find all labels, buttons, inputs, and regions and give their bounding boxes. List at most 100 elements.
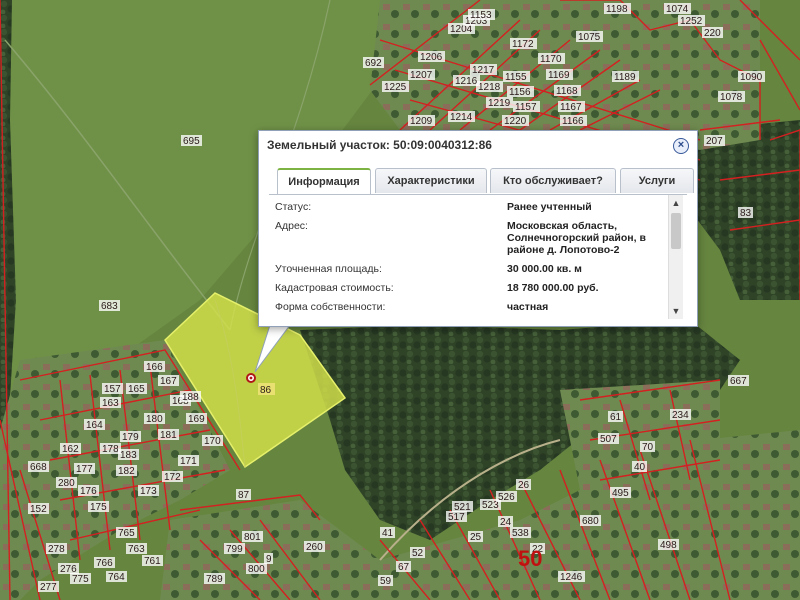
parcel-label: 1078 bbox=[720, 92, 743, 103]
parcel-label: 234 bbox=[672, 410, 689, 421]
parcel-label: 152 bbox=[30, 504, 47, 515]
cadastral-cost-value: 18 780 000.00 руб. bbox=[507, 282, 599, 294]
parcel-label: 87 bbox=[238, 490, 250, 501]
parcel-label: 52 bbox=[412, 548, 424, 559]
parcel-label: 801 bbox=[244, 532, 261, 543]
parcel-label: 1216 bbox=[455, 76, 478, 87]
parcel-label: 683 bbox=[101, 301, 118, 312]
popup-content[interactable]: Статус: Ранее учтенный Адрес: Московская… bbox=[269, 195, 683, 319]
area-value: 30 000.00 кв. м bbox=[507, 263, 582, 275]
parcel-label: 1207 bbox=[410, 70, 433, 81]
parcel-label: 177 bbox=[76, 464, 93, 475]
parcel-label: 182 bbox=[118, 466, 135, 477]
parcel-label: 170 bbox=[204, 436, 221, 447]
status-value: Ранее учтенный bbox=[507, 201, 592, 213]
parcel-label: 498 bbox=[660, 540, 677, 551]
parcel-label: 495 bbox=[612, 488, 629, 499]
parcel-label: 667 bbox=[730, 376, 747, 387]
parcel-label: 695 bbox=[183, 136, 200, 147]
area-label: Уточненная площадь: bbox=[275, 263, 382, 275]
ownership-label: Форма собственности: bbox=[275, 301, 386, 313]
parcel-label: 1090 bbox=[740, 72, 763, 83]
popup-title: Земельный участок: 50:09:0040312:86 bbox=[267, 138, 492, 152]
tab-information[interactable]: Информация bbox=[277, 168, 371, 195]
scroll-up-icon[interactable]: ▲ bbox=[669, 198, 683, 208]
parcel-label: 25 bbox=[470, 532, 482, 543]
parcel-label: 1217 bbox=[472, 65, 495, 76]
tab-characteristics[interactable]: Характеристики bbox=[375, 168, 487, 193]
parcel-label: 207 bbox=[706, 136, 723, 147]
parcel-label: 157 bbox=[104, 384, 121, 395]
scroll-down-icon[interactable]: ▼ bbox=[669, 306, 683, 316]
parcel-label: 180 bbox=[146, 414, 163, 425]
parcel-label: 167 bbox=[160, 376, 177, 387]
parcel-label: 692 bbox=[365, 58, 382, 69]
parcel-label: 775 bbox=[72, 574, 89, 585]
parcel-label: 763 bbox=[128, 544, 145, 555]
parcel-label: 188 bbox=[182, 392, 199, 403]
address-label: Адрес: bbox=[275, 220, 308, 232]
parcel-label: 165 bbox=[128, 384, 145, 395]
parcel-label: 1075 bbox=[578, 32, 601, 43]
parcel-label: 1168 bbox=[556, 86, 578, 97]
parcel-label: 171 bbox=[180, 456, 197, 467]
parcel-label: 164 bbox=[86, 420, 103, 431]
ownership-value: частная bbox=[507, 301, 549, 313]
tab-who-serves[interactable]: Кто обслуживает? bbox=[490, 168, 616, 193]
parcel-info-popup[interactable]: Земельный участок: 50:09:0040312:86 × Ин… bbox=[258, 130, 698, 327]
parcel-label: 538 bbox=[512, 528, 529, 539]
parcel-label: 1218 bbox=[478, 82, 501, 93]
parcel-label: 789 bbox=[206, 574, 223, 585]
parcel-label: 1219 bbox=[488, 98, 511, 109]
tab-services[interactable]: Услуги bbox=[620, 168, 694, 193]
parcel-label: 41 bbox=[382, 528, 394, 539]
parcel-label: 799 bbox=[226, 544, 243, 555]
parcel-label: 517 bbox=[448, 512, 465, 523]
parcel-label: 178 bbox=[102, 444, 119, 455]
parcel-label: 1189 bbox=[614, 72, 636, 83]
parcel-label: 1166 bbox=[562, 116, 584, 127]
parcel-label: 1172 bbox=[512, 39, 534, 50]
parcel-label: 668 bbox=[30, 462, 47, 473]
parcel-label: 1157 bbox=[515, 102, 537, 113]
district-number-label: 50 bbox=[518, 546, 542, 571]
parcel-label: 800 bbox=[248, 564, 265, 575]
parcel-label: 766 bbox=[96, 558, 113, 569]
parcel-label: 764 bbox=[108, 572, 125, 583]
parcel-label: 24 bbox=[500, 517, 512, 528]
scroll-thumb[interactable] bbox=[671, 213, 681, 249]
parcel-label: 61 bbox=[610, 412, 622, 423]
parcel-label: 163 bbox=[102, 398, 119, 409]
address-value: Московская область, Солнечногорский райо… bbox=[507, 220, 646, 256]
parcel-label: 1156 bbox=[509, 87, 531, 98]
parcel-label: 765 bbox=[118, 528, 135, 539]
parcel-label: 1214 bbox=[450, 112, 473, 123]
parcel-label: 175 bbox=[90, 502, 107, 513]
selected-parcel-label: 86 bbox=[260, 385, 272, 396]
parcel-label: 172 bbox=[164, 472, 181, 483]
parcel-label: 220 bbox=[704, 28, 721, 39]
parcel-label: 162 bbox=[62, 444, 79, 455]
parcel-label: 1252 bbox=[680, 16, 703, 27]
parcel-label: 680 bbox=[582, 516, 599, 527]
parcel-label: 1220 bbox=[504, 116, 527, 127]
parcel-label: 166 bbox=[146, 362, 163, 373]
parcel-label: 526 bbox=[498, 492, 515, 503]
parcel-label: 277 bbox=[40, 582, 57, 593]
parcel-label: 260 bbox=[306, 542, 323, 553]
parcel-label: 1246 bbox=[560, 572, 583, 583]
parcel-label: 179 bbox=[122, 432, 139, 443]
popup-scrollbar[interactable]: ▲ ▼ bbox=[668, 195, 683, 319]
parcel-label: 26 bbox=[518, 480, 530, 491]
parcel-label: 59 bbox=[380, 576, 392, 587]
parcel-label: 507 bbox=[600, 434, 617, 445]
close-icon[interactable]: × bbox=[673, 138, 689, 154]
parcel-label: 1167 bbox=[560, 102, 582, 113]
parcel-label: 67 bbox=[398, 562, 410, 573]
parcel-label: 176 bbox=[80, 486, 97, 497]
parcel-label: 1225 bbox=[384, 82, 407, 93]
parcel-label: 1153 bbox=[470, 10, 492, 21]
parcel-label: 1074 bbox=[666, 4, 689, 15]
parcel-label: 40 bbox=[634, 462, 646, 473]
parcel-label: 1155 bbox=[505, 72, 527, 83]
